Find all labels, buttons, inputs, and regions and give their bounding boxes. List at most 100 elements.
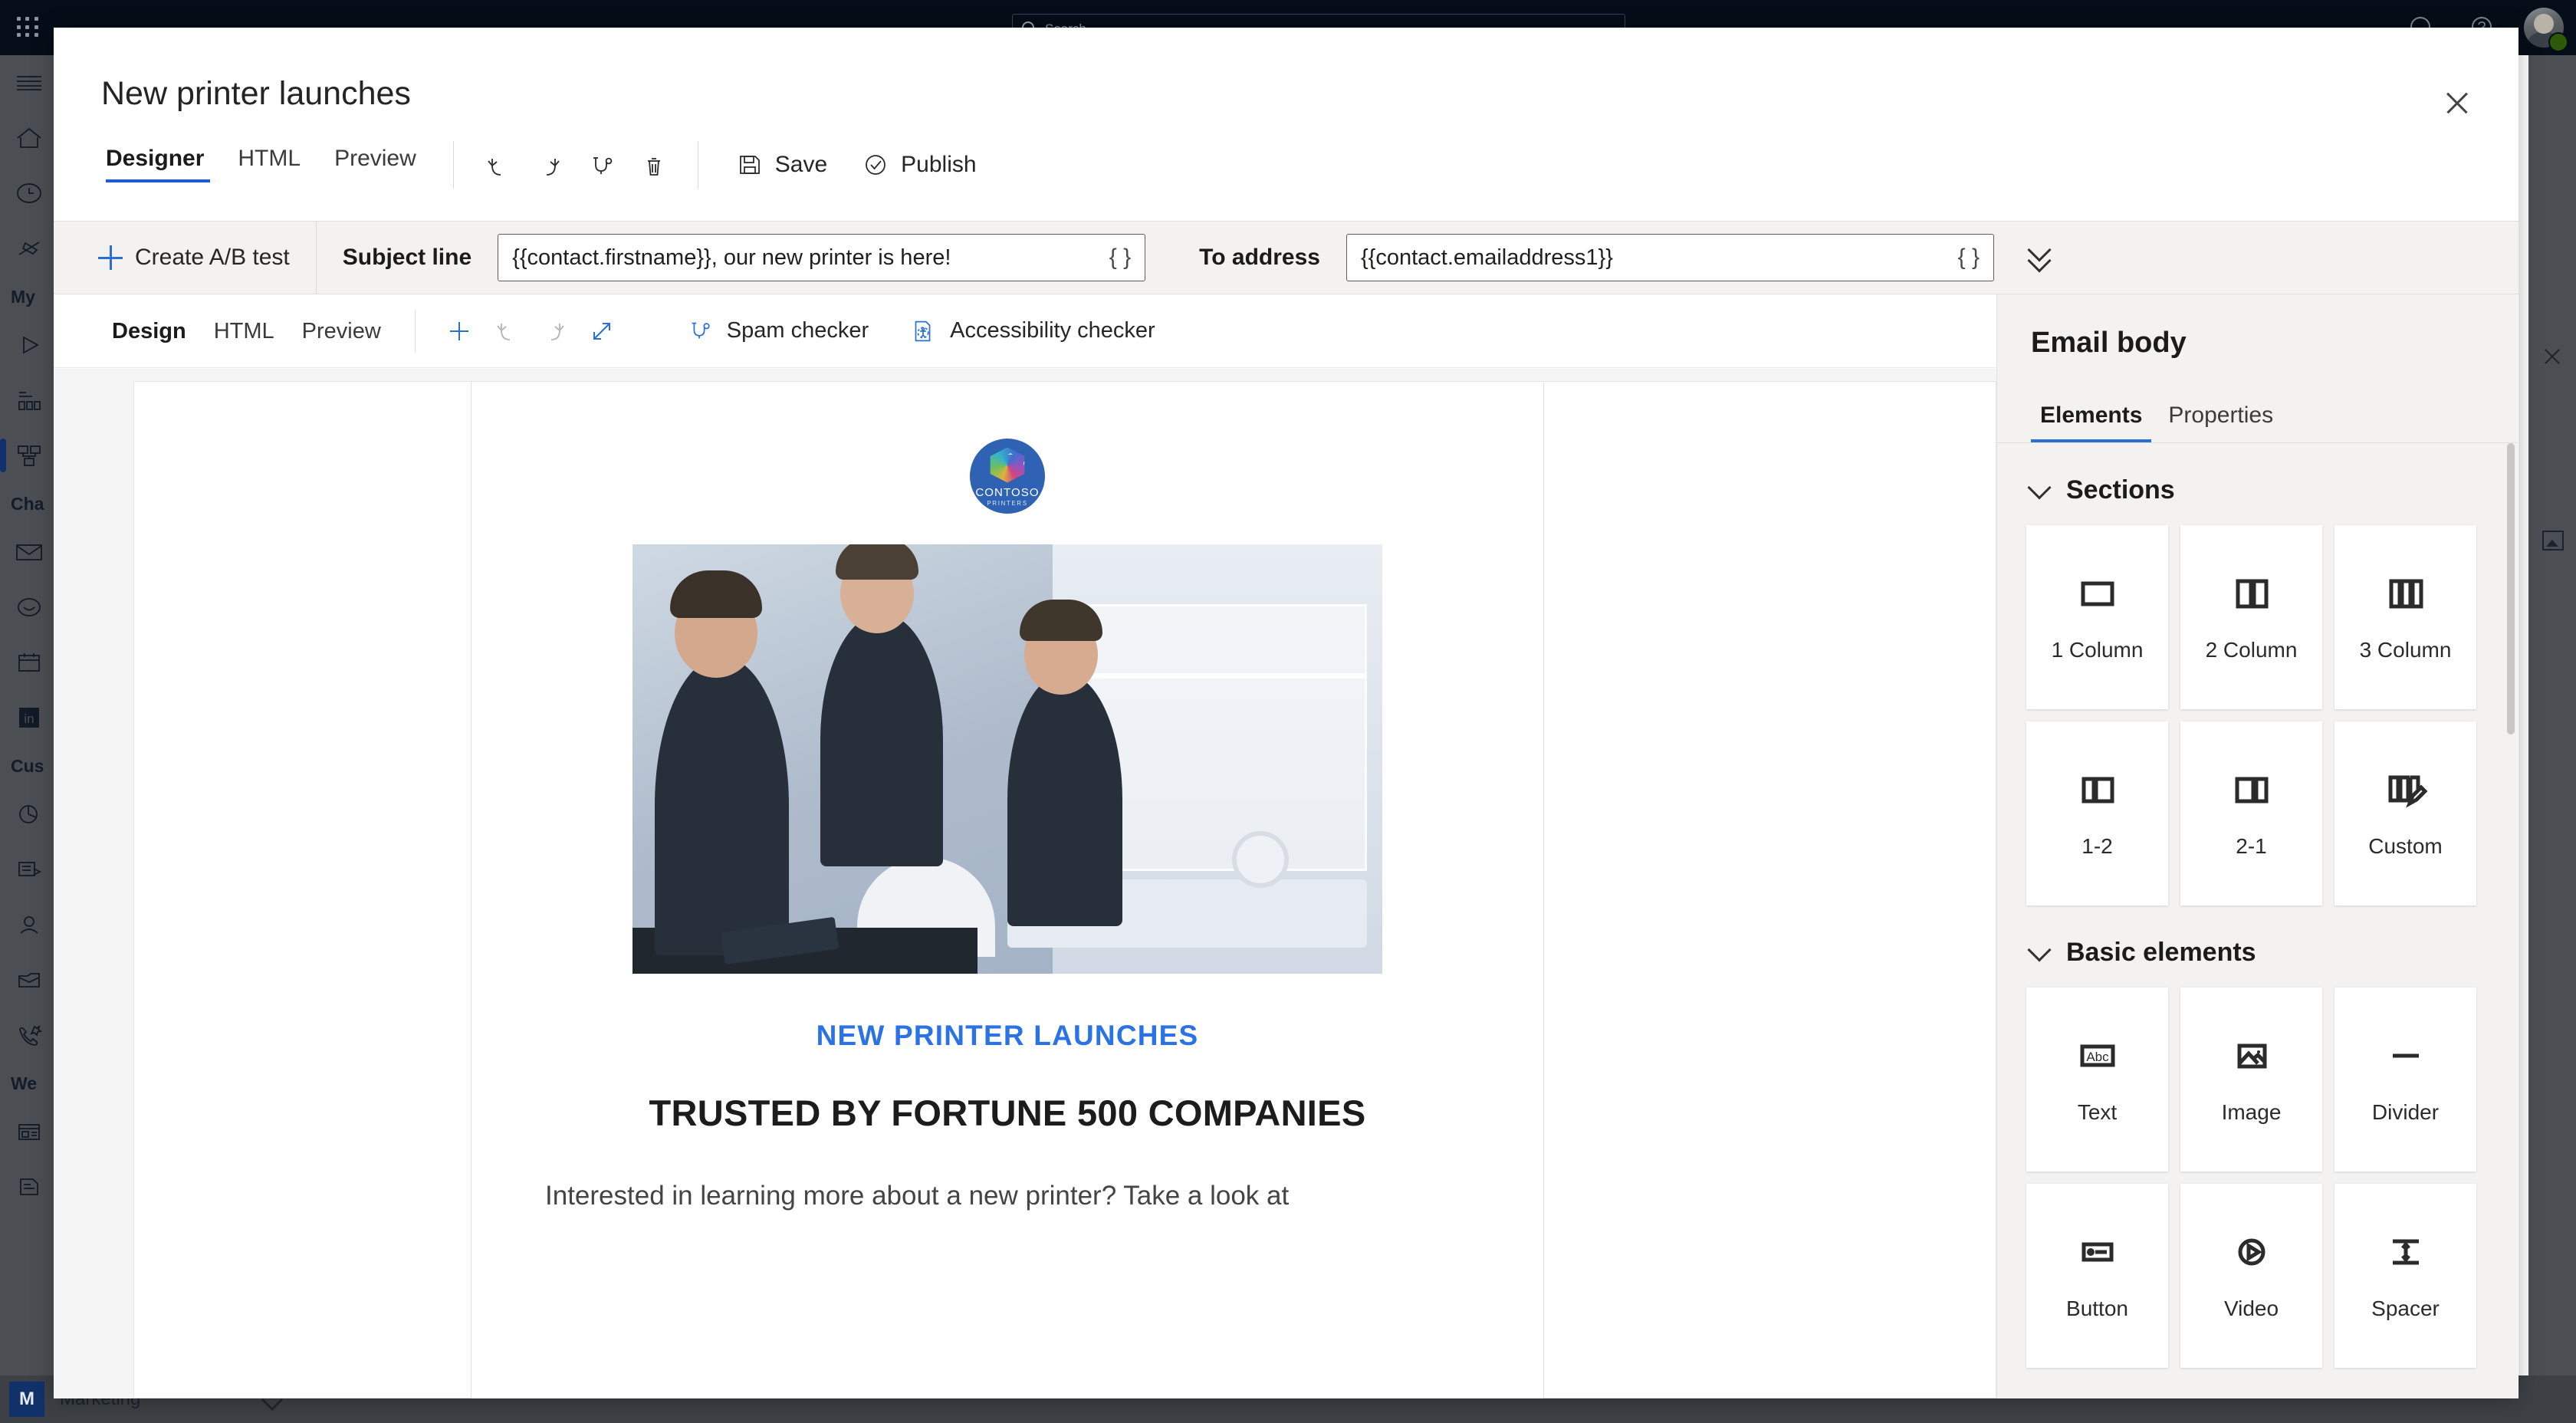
sidebar-item-analytics[interactable] [0,373,58,428]
sidebar-item-call-settings[interactable] [0,1007,58,1063]
section-card-2-1[interactable]: 2-1 [2180,721,2322,905]
sidebar-group-channels: Cha [11,493,44,514]
tab-properties[interactable]: Properties [2159,403,2282,442]
sidebar-item-email[interactable] [0,524,58,580]
card-label: Image [2221,1100,2282,1124]
subject-line-input[interactable]: {{contact.firstname}}, our new printer i… [498,234,1146,281]
card-label: Custom [2368,834,2443,858]
element-card-button[interactable]: Button [2026,1184,2168,1368]
element-card-video[interactable]: Video [2180,1184,2322,1368]
tab-editor-preview[interactable]: Preview [288,294,395,368]
sidebar-item-leads[interactable] [0,897,58,952]
undo-icon[interactable] [483,307,531,355]
canvas-surface: CONTOSO PRINTERS NEW PRINTER LAUNCHES TR… [133,381,1996,1398]
sidebar-item-calendar[interactable] [0,635,58,690]
sidebar-item-documents[interactable] [0,1159,58,1214]
contoso-logo: CONTOSO PRINTERS [970,439,1045,514]
to-address-value: {{contact.emailaddress1}} [1360,245,1613,270]
card-label: 3 Column [2359,638,2452,662]
chevron-double-down-icon[interactable] [2025,238,2060,275]
three-column-icon [2384,572,2427,615]
presence-badge [2548,32,2568,52]
group-sections-title: Sections [2066,475,2175,504]
subject-line-value: {{contact.firstname}}, our new printer i… [512,245,951,270]
card-label: 1 Column [2051,638,2144,662]
expand-icon[interactable] [578,307,626,355]
logo-block[interactable]: CONTOSO PRINTERS [472,439,1543,514]
sidebar-item-journeys[interactable] [0,428,58,483]
accessibility-checker-label: Accessibility checker [950,318,1155,343]
area-badge: M [9,1382,44,1417]
trash-icon[interactable] [630,143,678,190]
sidebar-item-forms[interactable] [0,842,58,897]
chevron-down-icon [2027,475,2052,500]
stethoscope-icon[interactable] [578,143,626,190]
sidebar-item-menu[interactable] [0,55,58,110]
svg-text:in: in [24,712,34,726]
sidebar-item-segments[interactable] [0,787,58,842]
sidebar-item-play[interactable] [0,317,58,373]
email-body-text[interactable]: Interested in learning more about a new … [472,1175,1543,1217]
image-icon[interactable] [2542,531,2564,550]
section-card-2-column[interactable]: 2 Column [2180,525,2322,709]
one-two-column-icon [2076,768,2119,811]
panel-tabs: Elements Properties [1997,360,2518,443]
tab-elements[interactable]: Elements [2031,403,2152,442]
accessibility-checker-button[interactable]: Accessibility checker [889,307,1175,355]
section-card-3-column[interactable]: 3 Column [2334,525,2476,709]
panel-scrollbar[interactable] [2507,443,2515,735]
element-card-spacer[interactable]: Spacer [2334,1184,2476,1368]
sidebar-item-lists[interactable] [0,952,58,1007]
panel-title: Email body [2031,327,2187,359]
redo-icon[interactable] [531,307,578,355]
video-play-icon [2230,1231,2273,1273]
app-launcher-icon[interactable] [17,17,40,38]
create-ab-test-button[interactable]: Create A/B test [54,221,316,294]
stethoscope-icon [692,322,710,338]
close-icon[interactable] [2443,89,2471,117]
dynamic-token-icon[interactable]: { } [1109,245,1131,271]
sidebar-item-linkedin[interactable]: in [0,690,58,745]
email-preview[interactable]: CONTOSO PRINTERS NEW PRINTER LAUNCHES TR… [471,382,1544,1398]
email-editor-modal: New printer launches Designer HTML Previ… [54,28,2518,1398]
group-basic-elements-header[interactable]: Basic elements [1997,905,2518,988]
modal-header: New printer launches [54,28,2518,141]
dynamic-token-icon-2[interactable]: { } [1958,245,1980,271]
section-card-1-2[interactable]: 1-2 [2026,721,2168,905]
tab-editor-html[interactable]: HTML [200,294,288,368]
group-sections-header[interactable]: Sections [1997,443,2518,525]
email-kicker[interactable]: NEW PRINTER LAUNCHES [472,1020,1543,1052]
button-icon [2076,1231,2119,1273]
publish-button[interactable]: Publish [844,141,993,189]
hero-image[interactable] [632,544,1382,974]
card-label: 1-2 [2082,834,2113,858]
tab-design[interactable]: Design [98,294,200,368]
sidebar-item-engagement[interactable] [0,580,58,635]
sidebar-item-recent[interactable] [0,166,58,221]
save-button[interactable]: Save [718,141,844,189]
element-card-text[interactable]: Abc Text [2026,988,2168,1172]
section-card-custom[interactable]: Custom [2334,721,2476,905]
subject-bar: Create A/B test Subject line {{contact.f… [54,221,2518,294]
tab-html[interactable]: HTML [221,141,317,190]
hero-printer-rail [1067,673,1368,679]
add-element-icon[interactable] [435,307,483,355]
email-canvas[interactable]: CONTOSO PRINTERS NEW PRINTER LAUNCHES TR… [54,369,1996,1398]
undo-icon[interactable] [474,143,521,190]
section-card-1-column[interactable]: 1 Column [2026,525,2168,709]
editor-body: Design HTML Preview Spam checker Accessi… [54,294,2518,1398]
redo-icon[interactable] [526,143,573,190]
tab-designer[interactable]: Designer [100,141,221,190]
element-card-image[interactable]: Image [2180,988,2322,1172]
sidebar-item-home[interactable] [0,110,58,166]
ab-test-label: Create A/B test [135,245,290,270]
sidebar-item-pages[interactable] [0,1104,58,1159]
email-headline[interactable]: TRUSTED BY FORTUNE 500 COMPANIES [472,1092,1543,1134]
sidebar-item-pinned[interactable] [0,221,58,276]
to-address-input[interactable]: {{contact.emailaddress1}} { } [1346,234,1994,281]
tab-preview[interactable]: Preview [317,141,433,190]
spam-checker-button[interactable]: Spam checker [665,307,889,355]
sidebar-group-my: My [11,286,35,307]
close-icon[interactable] [2542,347,2562,366]
element-card-divider[interactable]: Divider [2334,988,2476,1172]
